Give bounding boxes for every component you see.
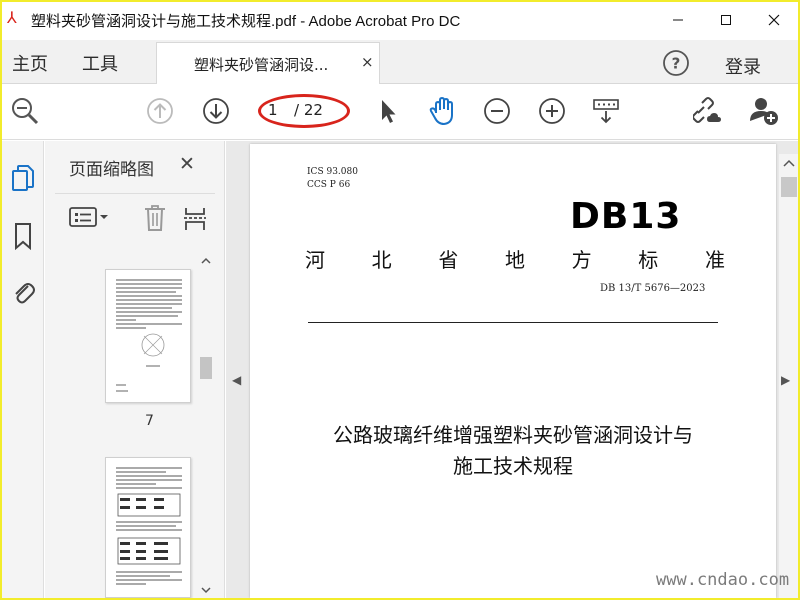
collapse-left-arrow-icon[interactable]: ◀ [232, 373, 241, 387]
close-icon [768, 14, 780, 26]
title-char: 地 [504, 248, 525, 272]
hand-icon [429, 97, 453, 125]
standard-logo: DB13 [570, 196, 682, 237]
tab-bar: 主页 工具 塑料夹砂管涵洞设... × ? 登录 [2, 40, 798, 85]
pages-icon [12, 165, 34, 191]
tab-close-button[interactable]: × [361, 53, 374, 71]
minimize-icon [673, 19, 683, 21]
tab-document-label: 塑料夹砂管涵洞设... [194, 56, 329, 74]
help-icon[interactable]: ? [662, 49, 690, 81]
ccs-code: CCS P 66 [307, 180, 351, 190]
keyboard-scroll-icon [593, 99, 619, 124]
thumbnail-scrollbar[interactable] [197, 253, 215, 598]
standard-type-title: 河 北 省 地 方 标 准 [305, 244, 725, 273]
share-link-button[interactable] [692, 94, 726, 128]
plus-circle-icon [539, 98, 565, 124]
document-title-line-1: 公路玻璃纤维增强塑料夹砂管涵洞设计与 [333, 423, 693, 447]
maximize-icon [721, 15, 731, 25]
red-annotation-oval [258, 94, 350, 128]
ics-code: ICS 93.080 [307, 167, 358, 177]
window-title: 塑料夹砂管涵洞设计与施工技术规程.pdf - Adobe Acrobat Pro… [31, 12, 461, 30]
toolbar: 1 / 22 [2, 84, 798, 140]
tab-document[interactable]: 塑料夹砂管涵洞设... × [156, 42, 380, 85]
close-window-button[interactable] [750, 2, 798, 38]
add-user-button[interactable] [747, 94, 781, 128]
link-cloud-icon [693, 97, 721, 123]
menu-tools[interactable]: 工具 [82, 50, 118, 76]
acrobat-logo-icon: ⅄ [7, 8, 17, 27]
svg-text:?: ? [672, 55, 681, 73]
login-button[interactable]: 登录 [725, 53, 761, 79]
cursor-arrow-icon [382, 100, 396, 123]
ics-classification: ICS 93.080 CCS P 66 [307, 166, 358, 192]
maximize-button[interactable] [702, 2, 750, 38]
title-char: 方 [571, 248, 592, 272]
site-watermark: www.cndao.com [656, 570, 790, 590]
zoom-search-button[interactable] [8, 94, 42, 128]
minus-circle-icon [484, 98, 510, 124]
options-dropdown-icon [69, 207, 108, 227]
thumbnail-scroll-thumb[interactable] [200, 357, 212, 379]
acrobat-window: ⅄ 塑料夹砂管涵洞设计与施工技术规程.pdf - Adobe Acrobat P… [2, 2, 798, 598]
left-navigation-rail [2, 141, 44, 598]
title-char: 河 [305, 248, 325, 272]
paperclip-icon [15, 283, 35, 304]
standard-code: DB 13/T 5676—2023 [600, 283, 706, 294]
hand-tool-button[interactable] [426, 94, 460, 128]
document-title-line-2: 施工技术规程 [453, 454, 573, 478]
select-tool-button[interactable] [371, 94, 405, 128]
previous-page-button[interactable] [143, 94, 177, 128]
title-char: 省 [438, 248, 459, 272]
collapse-right-arrow-icon[interactable]: ▶ [781, 373, 790, 387]
minimize-button[interactable] [654, 2, 702, 38]
arrow-up-circle-icon [147, 98, 173, 124]
title-char: 准 [704, 248, 725, 272]
arrow-down-circle-icon [203, 98, 229, 124]
document-scroll-thumb[interactable] [781, 177, 797, 197]
document-title: 公路玻璃纤维增强塑料夹砂管涵洞设计与 施工技术规程 [290, 420, 736, 482]
panel-title: 页面缩略图 [69, 160, 154, 180]
thumbnail-options-button[interactable] [69, 206, 111, 232]
scroll-mode-button[interactable] [589, 94, 623, 128]
zoom-in-button[interactable] [535, 94, 569, 128]
trash-icon [145, 205, 165, 231]
bookmarks-button[interactable] [10, 221, 36, 251]
panel-close-button[interactable]: ✕ [179, 153, 195, 175]
page-thumbnails-panel: 页面缩略图 ✕ 7 [45, 141, 225, 598]
delete-page-button[interactable] [143, 204, 167, 236]
add-user-icon [750, 98, 778, 125]
thumbnail-page-number: 7 [145, 413, 154, 429]
page-layout-button[interactable] [183, 204, 207, 236]
zoom-out-button[interactable] [480, 94, 514, 128]
title-bar: ⅄ 塑料夹砂管涵洞设计与施工技术规程.pdf - Adobe Acrobat P… [2, 2, 798, 38]
next-page-button[interactable] [199, 94, 233, 128]
title-char: 标 [638, 248, 659, 272]
magnifier-icon [12, 98, 39, 125]
divider-rule [308, 322, 718, 323]
bookmark-icon [15, 223, 31, 250]
document-page: ICS 93.080 CCS P 66 DB13 河 北 省 地 方 标 准 D… [250, 144, 798, 598]
layout-icon [184, 208, 206, 230]
thumbnail-tools [55, 193, 215, 241]
attachments-button[interactable] [10, 277, 36, 307]
title-char: 北 [371, 248, 392, 272]
menu-home[interactable]: 主页 [12, 50, 48, 76]
page-thumbnails-button[interactable] [10, 163, 36, 193]
page-thumbnail-8[interactable] [105, 457, 191, 598]
page-thumbnail-7[interactable] [105, 269, 191, 403]
document-viewport: ◀ ICS 93.080 CCS P 66 DB13 河 北 省 地 方 标 准… [226, 141, 798, 598]
